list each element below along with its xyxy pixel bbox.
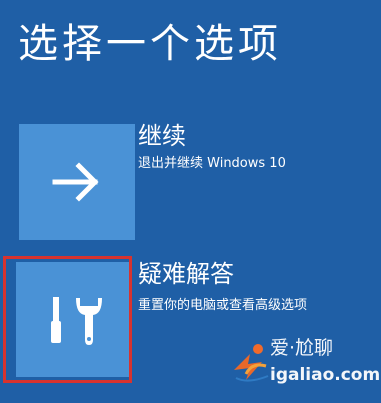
continue-heading[interactable]: 继续 — [138, 121, 186, 151]
troubleshoot-heading[interactable]: 疑难解答 — [138, 259, 234, 289]
watermark: 爱·尬聊 igaliao.com — [228, 332, 380, 394]
runner-logo-icon — [234, 344, 269, 382]
arrow-right-icon — [52, 162, 99, 202]
continue-description: 退出并继续 Windows 10 — [138, 156, 286, 171]
continue-tile[interactable] — [19, 124, 135, 240]
page-title: 选择一个选项 — [18, 21, 282, 67]
troubleshoot-description: 重置你的电脑或查看高级选项 — [138, 298, 308, 313]
watermark-url: igaliao.com — [270, 365, 381, 385]
watermark-title: 爱·尬聊 — [270, 337, 334, 359]
troubleshoot-tile[interactable] — [16, 262, 131, 377]
tools-icon — [50, 296, 102, 345]
